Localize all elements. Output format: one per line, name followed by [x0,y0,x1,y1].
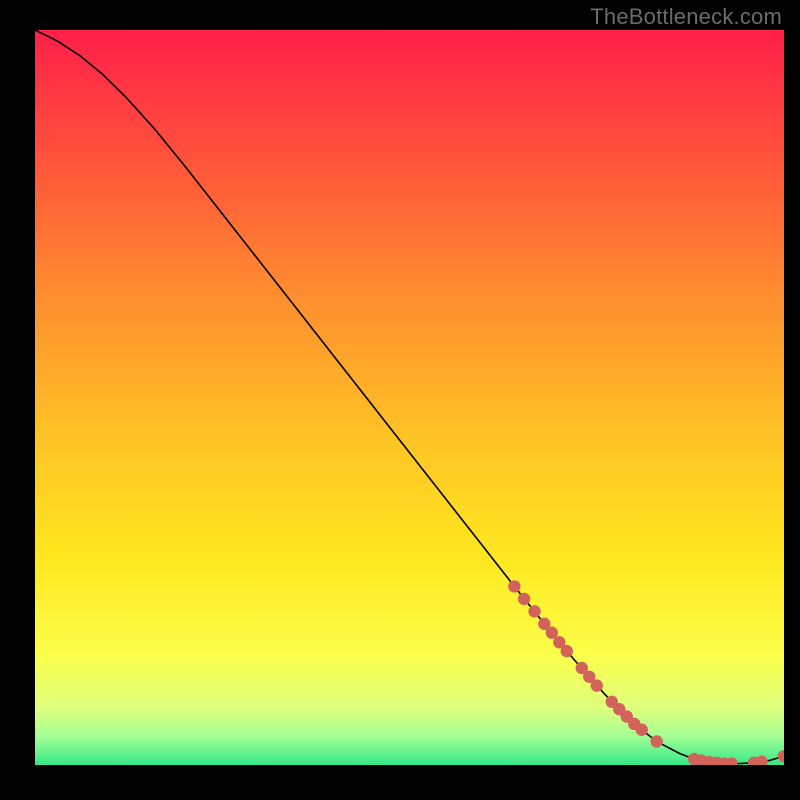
chart-svg [35,30,784,765]
watermark-label: TheBottleneck.com [590,4,782,30]
data-marker [650,735,662,747]
chart-plot-area [35,30,784,765]
data-marker [508,580,520,592]
chart-container: TheBottleneck.com [0,0,800,800]
data-marker [518,593,530,605]
gradient-background [35,30,784,765]
data-marker [561,645,573,657]
data-marker [528,605,540,617]
data-marker [635,724,647,736]
data-marker [591,679,603,691]
